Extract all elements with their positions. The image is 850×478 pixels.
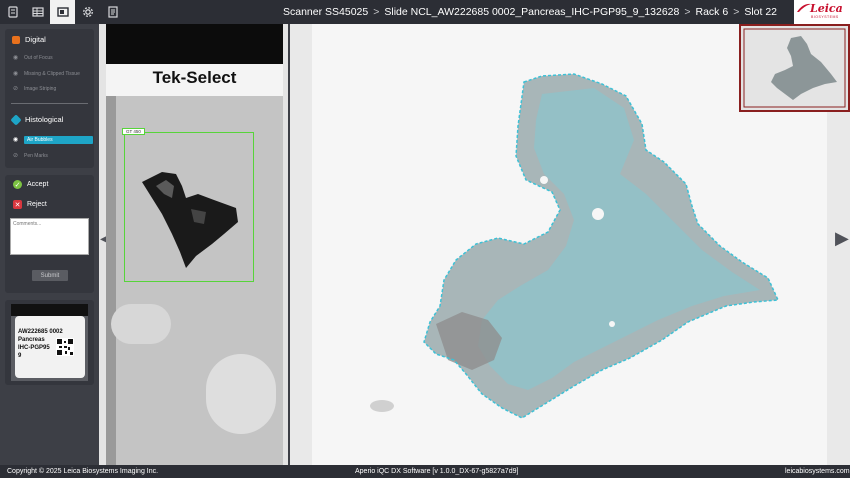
filter-item-image-striping[interactable]: ⊘ Image Striping (11, 84, 93, 93)
breadcrumb: Scanner SS45025 > Slide NCL_AW222685 0002_… (283, 0, 777, 24)
overview-thumbnail[interactable] (739, 24, 850, 112)
slide-brand-text: Tek-Select (152, 68, 237, 87)
breadcrumb-separator: > (684, 6, 691, 18)
eye-icon[interactable]: ◉ (11, 136, 20, 143)
filter-item-pen-marks[interactable]: ⊘ Pen Marks (11, 151, 93, 160)
settings-icon[interactable] (75, 0, 100, 24)
x-icon: ✕ (13, 200, 22, 209)
logo-swoosh-icon (797, 3, 811, 12)
breadcrumb-slot[interactable]: Slot 22 (744, 6, 777, 18)
accept-option[interactable]: ✓ Accept (13, 180, 48, 189)
tissue-thumbnail (142, 172, 238, 268)
qr-code-icon (56, 338, 74, 356)
accept-label: Accept (27, 181, 49, 188)
next-arrow-icon[interactable]: ▶ (835, 228, 849, 249)
histological-section-header[interactable]: Histological (10, 113, 64, 126)
footer: Copyright © 2025 Leica Biosystems Imagin… (0, 465, 850, 478)
eye-icon[interactable]: ◉ (11, 54, 20, 61)
review-panel: ✓ Accept ✕ Reject Submit (5, 175, 94, 293)
breadcrumb-separator: > (733, 6, 740, 18)
check-icon: ✓ (13, 180, 22, 189)
slide-macro-image[interactable]: Tek-Select GT 450 (106, 24, 283, 465)
breadcrumb-scanner[interactable]: Scanner SS45025 (283, 6, 368, 18)
roi-tag: GT 450 (122, 128, 145, 135)
histological-title: Histological (25, 115, 64, 124)
scanner-icon[interactable] (0, 0, 25, 24)
breadcrumb-rack[interactable]: Rack 6 (696, 6, 729, 18)
reject-label: Reject (27, 201, 47, 208)
breadcrumb-slide[interactable]: Slide NCL_AW222685 0002_Pancreas_IHC-PGP… (384, 6, 679, 18)
breadcrumb-separator: > (373, 6, 380, 18)
software-version: Aperio iQC DX Software [v 1.0.0_DX-67-g5… (355, 468, 519, 475)
submit-button[interactable]: Submit (32, 270, 68, 281)
reject-option[interactable]: ✕ Reject (13, 200, 47, 209)
report-icon[interactable] (100, 0, 125, 24)
logo-subtext: BIOSYSTEMS (811, 15, 839, 19)
website-link[interactable]: leicabiosystems.com (785, 465, 850, 478)
filter-panel: Digital ◉ Out of Focus ◉ Missing & Clipped… (5, 29, 94, 168)
histological-icon (10, 113, 22, 126)
slide-label-panel: AW222685 0002 Pancreas IHC-PGP95 9 (5, 300, 94, 385)
digital-icon (12, 35, 20, 44)
digital-title: Digital (25, 35, 46, 44)
section-divider (11, 103, 88, 104)
logo-text: Leica (810, 2, 843, 15)
slide-label-image: AW222685 0002 Pancreas IHC-PGP95 9 (11, 304, 88, 381)
filter-item-out-of-focus[interactable]: ◉ Out of Focus (11, 53, 93, 62)
comments-field[interactable] (10, 218, 89, 255)
top-bar: Scanner SS45025 > Slide NCL_AW222685 0002_… (0, 0, 850, 24)
copyright-text: Copyright © 2025 Leica Biosystems Imagin… (7, 468, 159, 475)
eye-icon[interactable]: ◉ (11, 70, 20, 77)
filter-item-air-bubbles[interactable]: ◉ Air Bubbles (11, 135, 93, 144)
grid-icon[interactable] (25, 0, 50, 24)
digital-section-header[interactable]: Digital (12, 35, 46, 44)
filter-item-missing-clipped[interactable]: ◉ Missing & Clipped Tissue (11, 69, 93, 78)
thumbnail-tissue (741, 26, 848, 110)
leica-logo: Leica BIOSYSTEMS (794, 0, 850, 24)
eye-off-icon[interactable]: ⊘ (11, 85, 20, 92)
eye-off-icon[interactable]: ⊘ (11, 152, 20, 159)
slide-view-icon[interactable] (50, 0, 75, 24)
